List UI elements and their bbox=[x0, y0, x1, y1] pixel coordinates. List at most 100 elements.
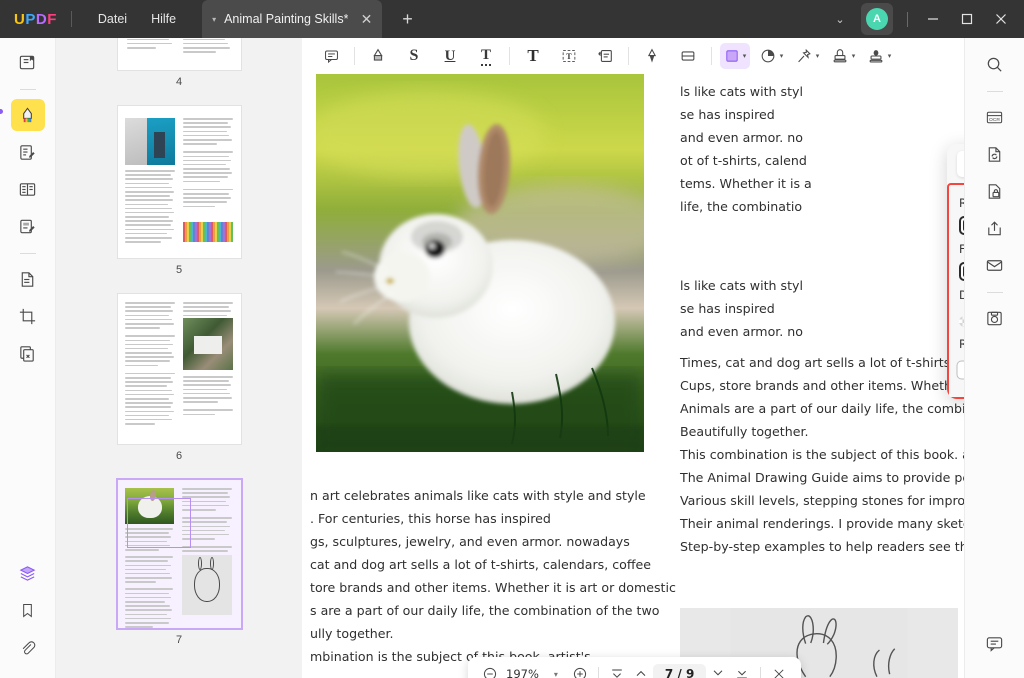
page-navigation-bar[interactable]: 197% ▾ 7 / 9 bbox=[468, 657, 802, 678]
menu-hilfe[interactable]: Hilfe bbox=[139, 8, 188, 30]
border-width-slider-handle[interactable] bbox=[957, 361, 964, 379]
shape-type-selector[interactable] bbox=[947, 144, 964, 183]
account-button[interactable]: A bbox=[861, 3, 893, 35]
doc-text-line: n art celebrates animals like cats with … bbox=[310, 488, 646, 503]
sidebar-item-annotate[interactable] bbox=[0, 99, 45, 131]
sidebar-item-crop[interactable] bbox=[11, 300, 45, 332]
zoom-dropdown-caret-icon[interactable]: ▾ bbox=[544, 662, 568, 678]
underline-icon[interactable]: U bbox=[435, 43, 465, 69]
doc-text-line: Step-by-step examples to help readers se… bbox=[680, 539, 964, 554]
thumbnail-page-number: 7 bbox=[175, 634, 183, 646]
squiggly-underline-icon[interactable]: T bbox=[471, 43, 501, 69]
sidebar-item-reader[interactable] bbox=[11, 46, 45, 78]
sidebar-item-batch[interactable] bbox=[11, 337, 45, 369]
border-color-current[interactable] bbox=[959, 216, 964, 235]
convert-pdf-icon[interactable] bbox=[978, 138, 1012, 170]
opacity-row[interactable]: 70% ▾ bbox=[959, 308, 964, 334]
thumbnail-page-number: 4 bbox=[175, 76, 183, 88]
prev-page-button[interactable] bbox=[629, 662, 653, 678]
shape-fill-caret-icon[interactable]: ▾ bbox=[780, 52, 784, 60]
border-width-slider[interactable] bbox=[957, 361, 964, 379]
right-rail-divider-2 bbox=[986, 292, 1003, 293]
thumbnail-page-7[interactable]: 7 bbox=[56, 478, 302, 664]
zoom-level: 197% bbox=[506, 667, 539, 678]
fill-color-swatches[interactable] bbox=[959, 262, 964, 281]
text-field-icon[interactable]: T bbox=[554, 43, 584, 69]
chevron-down-icon[interactable]: ⌄ bbox=[825, 13, 855, 26]
document-tab[interactable]: ▾ Animal Painting Skills* ✕ bbox=[202, 0, 383, 38]
pin-stamp-icon[interactable]: ▾ bbox=[792, 43, 822, 69]
opacity-label: Deckkraft bbox=[959, 288, 964, 302]
email-icon[interactable] bbox=[978, 249, 1012, 281]
maximize-icon[interactable] bbox=[950, 6, 984, 32]
toolbar-divider-1 bbox=[354, 47, 355, 65]
save-as-icon[interactable] bbox=[978, 302, 1012, 334]
search-icon[interactable] bbox=[978, 48, 1012, 80]
page-indicator[interactable]: 7 / 9 bbox=[652, 664, 707, 678]
shapes-icon[interactable]: ▾ bbox=[720, 43, 750, 69]
doc-text-line: se has inspired bbox=[680, 107, 775, 122]
doc-text-line: Various skill levels, stepping stones fo… bbox=[680, 493, 964, 508]
zoom-in-button[interactable] bbox=[568, 662, 592, 678]
chat-support-icon[interactable] bbox=[978, 627, 1012, 659]
border-width-row[interactable]: 1pt ▾ bbox=[957, 357, 964, 383]
sticky-note-icon[interactable] bbox=[316, 43, 346, 69]
menu-datei[interactable]: Datei bbox=[86, 8, 139, 30]
first-page-button[interactable] bbox=[605, 662, 629, 678]
share-icon[interactable] bbox=[978, 212, 1012, 244]
toolbar-divider-4 bbox=[711, 47, 712, 65]
page-thumbnail-panel[interactable]: 4 5 6 7 bbox=[56, 38, 302, 678]
document-viewer[interactable]: S U T T T ▾ ▾ ▾ ▾ ▾ ls like cats with st… bbox=[302, 38, 964, 678]
sidebar-item-bookmarks[interactable] bbox=[11, 594, 45, 626]
active-indicator-dot bbox=[0, 109, 3, 114]
eraser-icon[interactable] bbox=[673, 43, 703, 69]
thumbnail-page-6[interactable]: 6 bbox=[56, 294, 302, 480]
zoom-out-button[interactable] bbox=[478, 662, 502, 678]
logo-letter-p: P bbox=[25, 10, 36, 28]
pencil-icon[interactable] bbox=[637, 43, 667, 69]
title-bar: U P D F Datei Hilfe ▾ Animal Painting Sk… bbox=[0, 0, 1024, 38]
updf-window: U P D F Datei Hilfe ▾ Animal Painting Sk… bbox=[0, 0, 1024, 678]
doc-text-line: ot of t-shirts, calend bbox=[680, 153, 807, 168]
shape-properties-popup[interactable]: Randfarbe Füllfarbe bbox=[947, 144, 964, 399]
pin-caret-icon[interactable]: ▾ bbox=[816, 52, 820, 60]
ocr-icon[interactable]: OCR bbox=[978, 101, 1012, 133]
close-icon[interactable] bbox=[984, 6, 1018, 32]
next-page-button[interactable] bbox=[706, 662, 730, 678]
sidebar-item-edit-pdf[interactable] bbox=[11, 136, 45, 168]
border-color-label: Randfarbe bbox=[959, 196, 964, 210]
fill-color-current[interactable] bbox=[959, 262, 964, 281]
tab-dropdown-caret-icon[interactable]: ▾ bbox=[212, 15, 216, 24]
strikethrough-icon[interactable]: S bbox=[399, 43, 429, 69]
sidebar-item-page-layout[interactable] bbox=[11, 173, 45, 205]
last-page-button[interactable] bbox=[730, 662, 754, 678]
minimize-icon[interactable] bbox=[916, 6, 950, 32]
shape-rectangle[interactable] bbox=[957, 151, 964, 177]
tab-close-icon[interactable]: ✕ bbox=[358, 11, 374, 28]
text-callout-icon[interactable] bbox=[590, 43, 620, 69]
right-rail-divider-1 bbox=[986, 91, 1003, 92]
border-color-swatches[interactable] bbox=[959, 216, 964, 235]
signature-caret-icon[interactable]: ▾ bbox=[888, 52, 892, 60]
shapes-caret-icon[interactable]: ▾ bbox=[743, 52, 747, 60]
new-tab-button[interactable]: + bbox=[396, 9, 418, 30]
sidebar-item-attachments[interactable] bbox=[11, 631, 45, 663]
thumbnail-page-4[interactable]: 4 bbox=[56, 38, 302, 106]
protect-icon[interactable] bbox=[978, 175, 1012, 207]
sidebar-item-layers[interactable] bbox=[11, 557, 45, 589]
doc-text-line: se has inspired bbox=[680, 301, 775, 316]
logo-letter-f: F bbox=[47, 10, 57, 28]
opacity-slider[interactable] bbox=[959, 315, 964, 327]
pdf-page-canvas[interactable]: ls like cats with styl se has inspired a… bbox=[302, 74, 964, 678]
stamp-icon[interactable]: ▾ bbox=[828, 43, 858, 69]
thumbnail-page-5[interactable]: 5 bbox=[56, 106, 302, 294]
sidebar-item-form[interactable] bbox=[11, 210, 45, 242]
shape-fill-icon[interactable]: ▾ bbox=[756, 43, 786, 69]
close-navbar-button[interactable] bbox=[767, 662, 791, 678]
highlight-icon[interactable] bbox=[363, 43, 393, 69]
thumbnail-preview bbox=[117, 294, 241, 444]
sidebar-item-organize-pages[interactable] bbox=[11, 263, 45, 295]
signature-icon[interactable]: ▾ bbox=[864, 43, 894, 69]
text-box-icon[interactable]: T bbox=[518, 43, 548, 69]
stamp-caret-icon[interactable]: ▾ bbox=[852, 52, 856, 60]
